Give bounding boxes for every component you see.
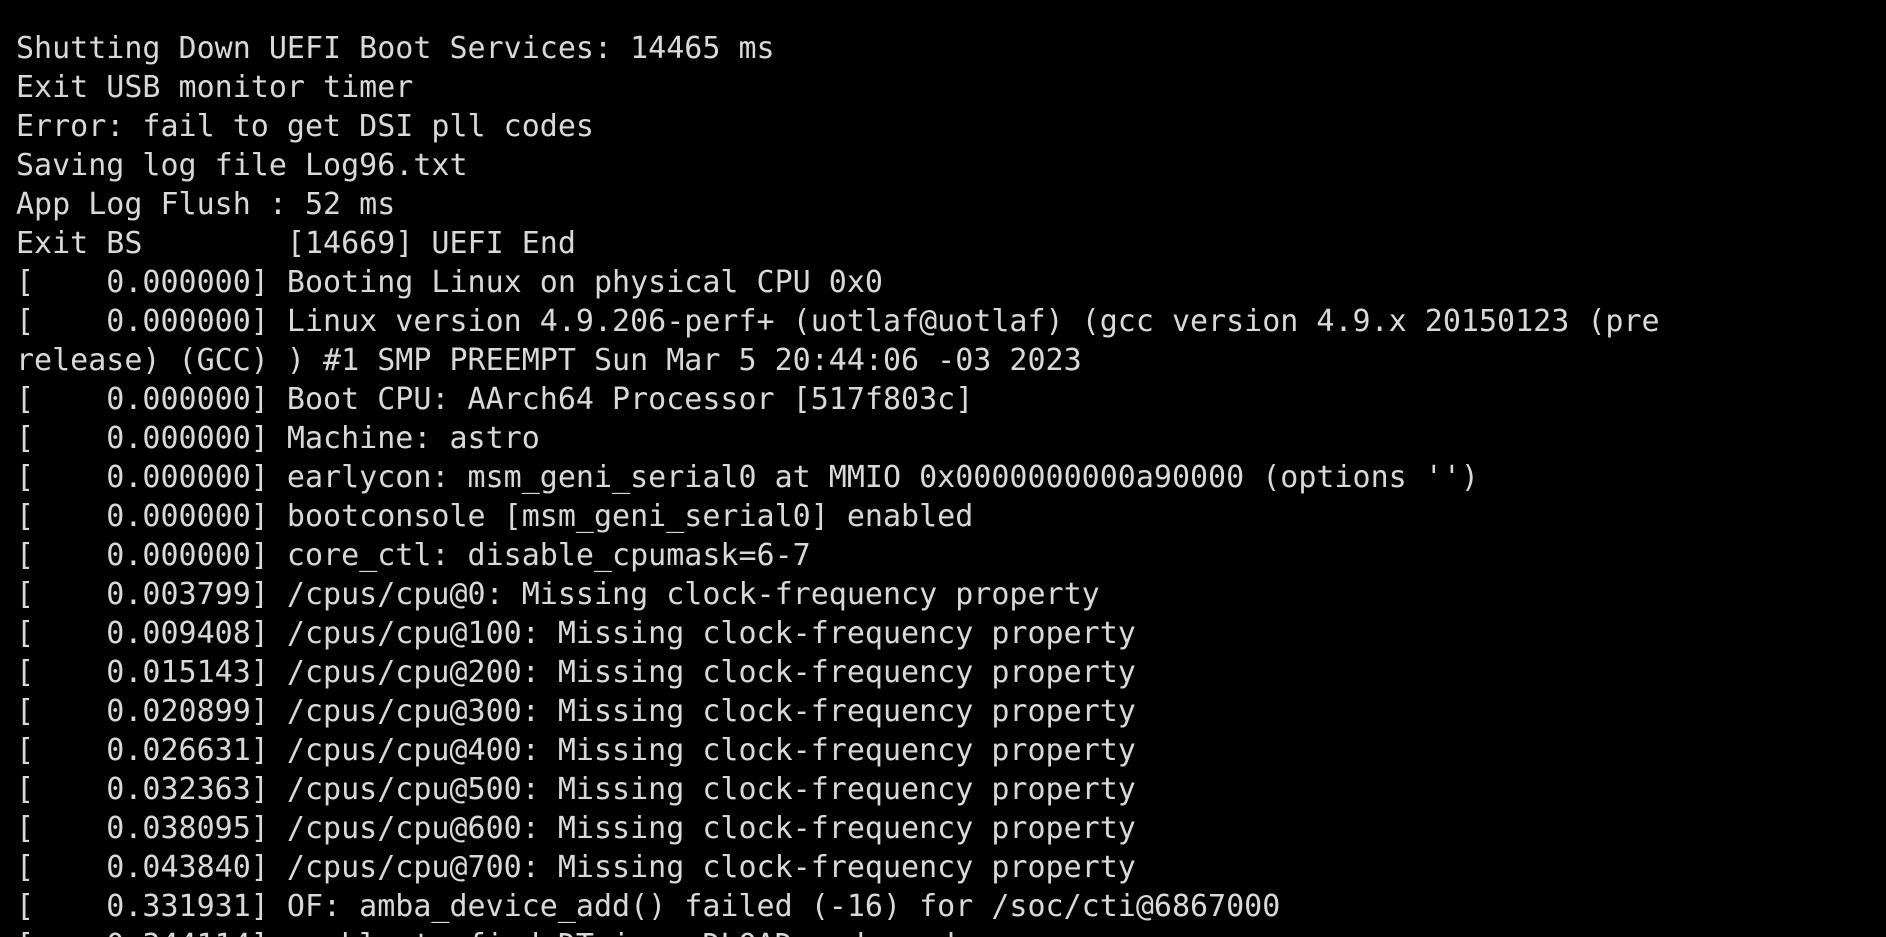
terminal-line: [ 0.032363] /cpus/cpu@500: Missing clock…	[16, 772, 1136, 807]
terminal-line: [ 0.038095] /cpus/cpu@600: Missing clock…	[16, 811, 1136, 846]
terminal-line: Error: fail to get DSI pll codes	[16, 109, 594, 144]
terminal-line: release) (GCC) ) #1 SMP PREEMPT Sun Mar …	[16, 343, 1082, 378]
terminal-line: App Log Flush : 52 ms	[16, 187, 396, 222]
terminal-line: [ 0.331931] OF: amba_device_add() failed…	[16, 889, 1281, 924]
terminal-line: [ 0.000000] Boot CPU: AArch64 Processor …	[16, 382, 974, 417]
terminal-line: [ 0.015143] /cpus/cpu@200: Missing clock…	[16, 655, 1136, 690]
terminal-line: [ 0.000000] bootconsole [msm_geni_serial…	[16, 499, 974, 534]
terminal-line: [ 0.344114] unable to find DT imem DLOAD…	[16, 926, 1876, 937]
terminal-line: [ 0.043840] /cpus/cpu@700: Missing clock…	[16, 850, 1136, 885]
terminal-line: [ 0.000000] Machine: astro	[16, 421, 540, 456]
terminal-line: [ 0.003799] /cpus/cpu@0: Missing clock-f…	[16, 577, 1100, 612]
terminal-output: Shutting Down UEFI Boot Services: 14465 …	[16, 29, 1876, 937]
terminal-line: Saving log file Log96.txt	[16, 148, 468, 183]
terminal-line: [ 0.000000] Linux version 4.9.206-perf+ …	[16, 304, 1660, 339]
terminal-line: Shutting Down UEFI Boot Services: 14465 …	[16, 31, 775, 66]
terminal-line: [ 0.000000] core_ctl: disable_cpumask=6-…	[16, 538, 811, 573]
terminal-line: [ 0.026631] /cpus/cpu@400: Missing clock…	[16, 733, 1136, 768]
terminal-line: Exit BS [14669] UEFI End	[16, 226, 576, 261]
terminal-window[interactable]: Shutting Down UEFI Boot Services: 14465 …	[0, 0, 1886, 937]
terminal-line: [ 0.009408] /cpus/cpu@100: Missing clock…	[16, 616, 1136, 651]
terminal-line: [ 0.000000] earlycon: msm_geni_serial0 a…	[16, 460, 1479, 495]
terminal-line: [ 0.020899] /cpus/cpu@300: Missing clock…	[16, 694, 1136, 729]
terminal-line: [ 0.000000] Booting Linux on physical CP…	[16, 265, 883, 300]
terminal-line: Exit USB monitor timer	[16, 70, 414, 105]
